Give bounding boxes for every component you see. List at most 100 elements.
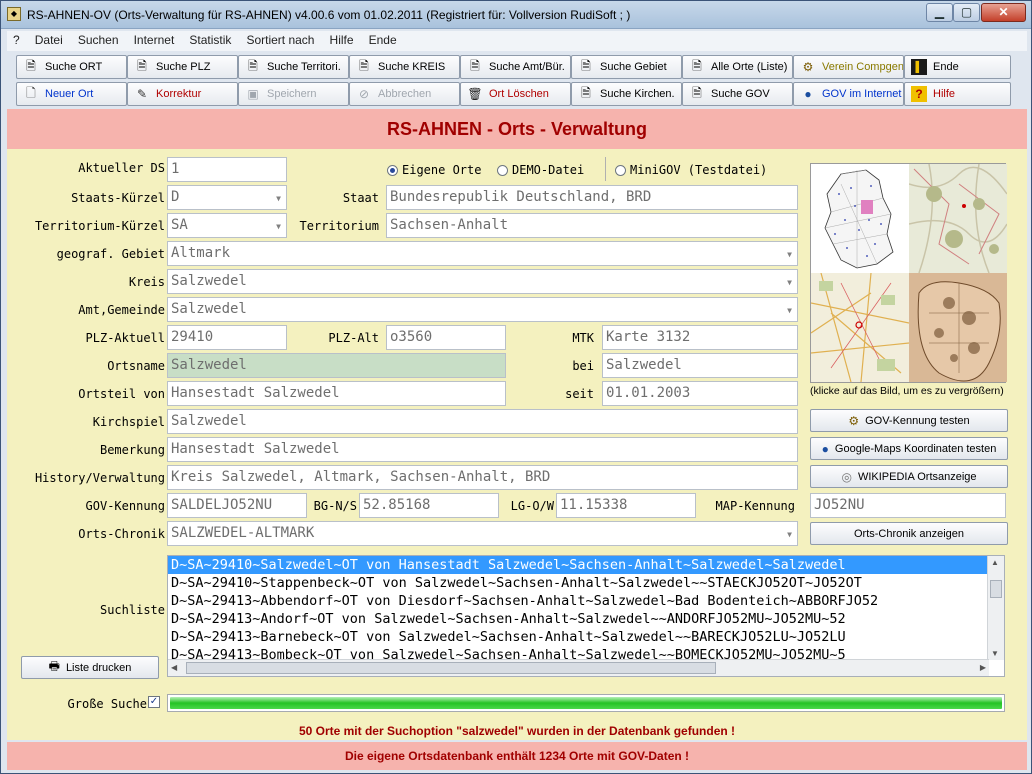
liste-drucken-button[interactable]: 🖶 Liste drucken — [21, 656, 159, 679]
bemerkung-field[interactable]: Hansestadt Salzwedel — [167, 437, 798, 462]
maximize-button[interactable]: ▢ — [953, 3, 980, 22]
staat-field[interactable]: Bundesrepublik Deutschland, BRD — [386, 185, 798, 210]
search-doc-icon: 🗎 — [470, 58, 480, 73]
radio-eigene-orte[interactable]: Eigene Orte — [387, 163, 481, 177]
vertical-scrollbar[interactable]: ▲ ▼ — [987, 556, 1004, 660]
search-status-text: 50 Orte mit der Suchoption "salzwedel" w… — [298, 724, 736, 738]
menu-datei[interactable]: Datei — [29, 31, 69, 47]
history-field[interactable]: Kreis Salzwedel, Altmark, Sachsen-Anhalt… — [167, 465, 798, 490]
map-kennung-label: MAP-Kennung — [715, 499, 795, 513]
menu-suchen[interactable]: Suchen — [72, 31, 125, 47]
map-kennung-field[interactable]: JO52NU — [810, 493, 1006, 518]
orts-chronik-select[interactable]: SALZWEDEL-ALTMARK ▼ — [167, 521, 798, 546]
lg-ow-label: LG-O/W — [510, 499, 554, 513]
radio-demo-datei[interactable]: DEMO-Datei — [497, 163, 584, 177]
territorium-field[interactable]: Sachsen-Anhalt — [386, 213, 798, 238]
gebiet-label: geograf. Gebiet — [56, 247, 165, 261]
scroll-right-icon[interactable]: ▶ — [980, 663, 986, 672]
title-bar[interactable]: ◆ RS-AHNEN-OV (Orts-Verwaltung für RS-AH… — [1, 1, 1031, 29]
menu-ende[interactable]: Ende — [363, 31, 403, 47]
suche-gov-button[interactable]: 🗎 Suche GOV — [682, 82, 793, 106]
amt-select[interactable]: Salzwedel ▼ — [167, 297, 798, 322]
map-city[interactable] — [811, 273, 909, 382]
ende-button[interactable]: ▌ Ende — [904, 55, 1011, 79]
suche-ort-button[interactable]: 🗎 Suche ORT — [16, 55, 127, 79]
orts-chronik-anzeigen-button[interactable]: Orts-Chronik anzeigen — [810, 522, 1008, 545]
google-maps-testen-button[interactable]: ● Google-Maps Koordinaten testen — [810, 437, 1008, 460]
aktueller-ds-field[interactable]: 1 — [167, 157, 287, 182]
kirchspiel-field[interactable]: Salzwedel — [167, 409, 798, 434]
bg-ns-label: BG-N/S — [313, 499, 357, 513]
speichern-button[interactable]: ▣ Speichern — [238, 82, 349, 106]
edit-icon: ✎ — [136, 87, 148, 101]
radio-dot — [387, 164, 398, 176]
hilfe-button[interactable]: ? Hilfe — [904, 82, 1011, 106]
minimize-button[interactable]: ▁ — [926, 3, 953, 22]
kreis-select[interactable]: Salzwedel ▼ — [167, 269, 798, 294]
plz-alt-field[interactable]: o3560 — [386, 325, 506, 350]
horizontal-scrollbar[interactable]: ◀ ▶ — [168, 659, 989, 676]
list-item[interactable]: D~SA~29413~Abbendorf~OT von Diesdorf~Sac… — [168, 592, 1004, 610]
map-thumbnails[interactable] — [810, 163, 1007, 383]
search-doc-icon: 🗎 — [137, 58, 147, 73]
radio-dot — [615, 164, 626, 176]
suche-territorium-button[interactable]: 🗎 Suche Territori. — [238, 55, 349, 79]
list-item[interactable]: D~SA~29413~Barnebeck~OT von Salzwedel~Sa… — [168, 628, 1004, 646]
suche-kirchen-button[interactable]: 🗎 Suche Kirchen. — [571, 82, 682, 106]
suche-plz-button[interactable]: 🗎 Suche PLZ — [127, 55, 238, 79]
ortsname-field[interactable]: Salzwedel — [167, 353, 506, 378]
close-button[interactable]: ✕ — [981, 3, 1026, 22]
verein-compgen-button[interactable]: ⚙ Verein Compgen — [793, 55, 904, 79]
territorium-kuerzel-select[interactable]: SA ▼ — [167, 213, 287, 238]
lg-ow-field[interactable]: 11.15338 — [556, 493, 696, 518]
suche-gebiet-button[interactable]: 🗎 Suche Gebiet — [571, 55, 682, 79]
bg-ns-field[interactable]: 52.85168 — [359, 493, 499, 518]
gov-kennung-testen-button[interactable]: ⚙ GOV-Kennung testen — [810, 409, 1008, 432]
scroll-up-icon[interactable]: ▲ — [991, 558, 999, 567]
radio-minigov[interactable]: MiniGOV (Testdatei) — [615, 163, 767, 177]
ortsteil-von-field[interactable]: Hansestadt Salzwedel — [167, 381, 506, 406]
list-item[interactable]: D~SA~29413~Andorf~OT von Salzwedel~Sachs… — [168, 610, 1004, 628]
staats-kuerzel-select[interactable]: D ▼ — [167, 185, 287, 210]
app-icon[interactable]: ◆ — [7, 7, 21, 21]
ort-loeschen-button[interactable]: 🗑 Ort Löschen — [460, 82, 571, 106]
search-doc-icon: 🗎 — [581, 85, 591, 100]
suche-amt-button[interactable]: 🗎 Suche Amt/Bür. — [460, 55, 571, 79]
list-item[interactable]: D~SA~29410~Stappenbeck~OT von Salzwedel~… — [168, 574, 1004, 592]
cancel-icon: ⊘ — [358, 87, 370, 101]
list-item[interactable]: D~SA~29410~Salzwedel~OT von Hansestadt S… — [168, 556, 1004, 574]
map-historic[interactable] — [909, 273, 1007, 382]
suche-kreis-button[interactable]: 🗎 Suche KREIS — [349, 55, 460, 79]
chevron-down-icon: ▼ — [787, 306, 792, 315]
kirchspiel-label: Kirchspiel — [92, 415, 165, 429]
bei-field[interactable]: Salzwedel — [602, 353, 798, 378]
neuer-ort-button[interactable]: 🗋 Neuer Ort — [16, 82, 127, 106]
alle-orte-button[interactable]: 🗎 Alle Orte (Liste) — [682, 55, 793, 79]
map-germany[interactable] — [811, 164, 909, 273]
abbrechen-button[interactable]: ⊘ Abbrechen — [349, 82, 460, 106]
plz-aktuell-field[interactable]: 29410 — [167, 325, 287, 350]
menu-statistik[interactable]: Statistik — [183, 31, 237, 47]
gebiet-select[interactable]: Altmark ▼ — [167, 241, 798, 266]
gov-kennung-label: GOV-Kennung — [85, 499, 165, 513]
ortsteil-von-label: Ortsteil von — [78, 387, 165, 401]
scroll-down-icon[interactable]: ▼ — [991, 649, 999, 658]
scroll-left-icon[interactable]: ◀ — [171, 663, 177, 672]
new-doc-icon: 🗋 — [26, 85, 36, 100]
menu-hilfe[interactable]: Hilfe — [324, 31, 360, 47]
hscroll-thumb[interactable] — [186, 662, 716, 674]
wikipedia-ortsanzeige-button[interactable]: ◎ WIKIPEDIA Ortsanzeige — [810, 465, 1008, 488]
suchliste-list[interactable]: D~SA~29410~Salzwedel~OT von Hansestadt S… — [167, 555, 1005, 677]
grosse-suche-checkbox[interactable]: ✓ — [148, 696, 160, 708]
menu-sortiert-nach[interactable]: Sortiert nach — [240, 31, 320, 47]
mtk-field[interactable]: Karte 3132 — [602, 325, 798, 350]
korrektur-button[interactable]: ✎ Korrektur — [127, 82, 238, 106]
search-doc-icon: 🗎 — [581, 58, 591, 73]
scroll-thumb[interactable] — [990, 580, 1002, 598]
menu-internet[interactable]: Internet — [128, 31, 181, 47]
map-region[interactable] — [909, 164, 1007, 273]
menu-help-question[interactable]: ? — [7, 31, 26, 47]
gov-kennung-field[interactable]: SALDELJO52NU — [167, 493, 307, 518]
gov-im-internet-button[interactable]: ● GOV im Internet — [793, 82, 904, 106]
seit-field[interactable]: 01.01.2003 — [602, 381, 798, 406]
